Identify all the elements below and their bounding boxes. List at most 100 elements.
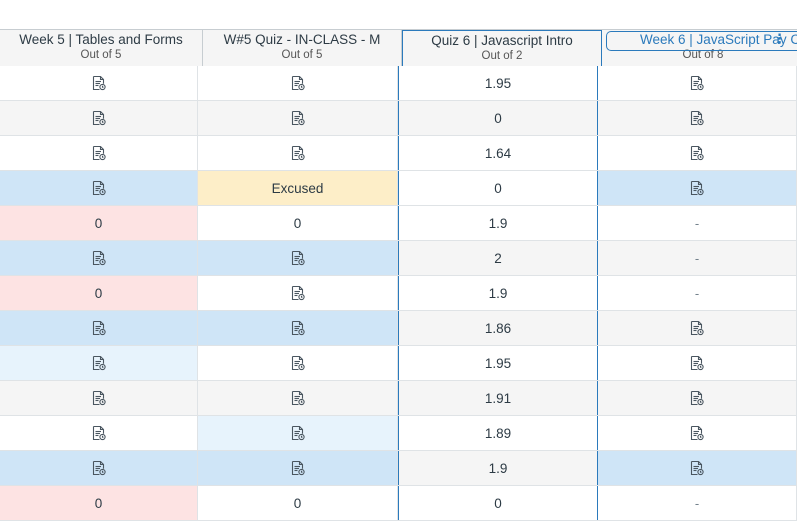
grade-cell[interactable] xyxy=(198,381,398,415)
grade-value: 0 xyxy=(94,285,103,301)
column-title: Quiz 6 | Javascript Intro xyxy=(431,33,573,48)
column-header-quiz6[interactable]: Quiz 6 | Javascript Intro Out of 2 xyxy=(402,30,602,67)
grade-value: 1.9 xyxy=(488,215,508,231)
grade-value: 2 xyxy=(494,250,502,266)
submission-document-icon xyxy=(91,355,107,371)
grade-cell[interactable]: - xyxy=(598,276,797,310)
grade-cell[interactable]: Excused xyxy=(198,171,398,205)
grade-cell[interactable]: - xyxy=(598,241,797,275)
submission-document-icon xyxy=(290,285,306,301)
grade-cell[interactable] xyxy=(198,311,398,345)
grade-cell[interactable]: 1.9 xyxy=(398,206,598,240)
submission-document-icon xyxy=(689,180,705,196)
grade-cell[interactable] xyxy=(0,416,198,450)
grade-cell[interactable]: - xyxy=(598,486,797,520)
grade-cell[interactable]: 0 xyxy=(0,486,198,520)
grade-cell[interactable]: 1.9 xyxy=(398,451,598,485)
table-row: 1.95 xyxy=(0,66,804,101)
grade-cell[interactable]: 2 xyxy=(398,241,598,275)
submission-document-icon xyxy=(689,460,705,476)
grade-cell[interactable]: 1.9 xyxy=(398,276,598,310)
grade-cell[interactable] xyxy=(0,171,198,205)
grade-cell[interactable] xyxy=(0,346,198,380)
no-grade-dash: - xyxy=(694,495,700,511)
grade-cell[interactable] xyxy=(598,311,797,345)
grade-cell[interactable] xyxy=(0,311,198,345)
column-options-icon[interactable]: ⋮ xyxy=(773,32,786,45)
grade-cell[interactable] xyxy=(198,276,398,310)
submission-document-icon xyxy=(91,460,107,476)
submission-document-icon xyxy=(290,460,306,476)
grade-cell[interactable]: 0 xyxy=(398,101,598,135)
grade-cell[interactable]: 0 xyxy=(198,206,398,240)
grade-value: 0 xyxy=(94,215,103,231)
submission-document-icon xyxy=(91,145,107,161)
grade-cell[interactable] xyxy=(198,101,398,135)
no-grade-dash: - xyxy=(694,215,700,231)
grade-value: 1.95 xyxy=(484,75,512,91)
grade-cell[interactable]: 1.95 xyxy=(398,66,598,100)
grade-cell[interactable] xyxy=(598,381,797,415)
grade-cell[interactable] xyxy=(598,416,797,450)
submission-document-icon xyxy=(689,75,705,91)
grade-cell[interactable] xyxy=(598,171,797,205)
submission-document-icon xyxy=(290,145,306,161)
grade-cell[interactable]: 1.64 xyxy=(398,136,598,170)
grade-cell[interactable] xyxy=(198,241,398,275)
grade-cell[interactable]: 1.95 xyxy=(398,346,598,380)
grade-cell[interactable] xyxy=(198,346,398,380)
grade-value: 0 xyxy=(94,495,103,511)
grade-value: 1.86 xyxy=(484,320,512,336)
grade-cell[interactable] xyxy=(0,66,198,100)
grade-cell[interactable] xyxy=(198,416,398,450)
grade-cell[interactable] xyxy=(598,136,797,170)
grade-value: 0 xyxy=(494,495,502,511)
table-row: 0 0 0 - xyxy=(0,486,804,521)
grade-value: 0 xyxy=(494,110,502,126)
submission-document-icon xyxy=(290,250,306,266)
grade-cell[interactable] xyxy=(0,381,198,415)
grade-cell[interactable]: 0 xyxy=(198,486,398,520)
grade-cell[interactable] xyxy=(198,136,398,170)
grade-cell[interactable]: 0 xyxy=(398,486,598,520)
submission-document-icon xyxy=(689,425,705,441)
submission-document-icon xyxy=(290,110,306,126)
grade-value: 1.91 xyxy=(484,390,512,406)
table-row: 1.9 xyxy=(0,451,804,486)
submission-document-icon xyxy=(91,390,107,406)
submission-document-icon xyxy=(689,145,705,161)
grade-cell[interactable]: 0 xyxy=(398,171,598,205)
column-header-w5-quiz[interactable]: W#5 Quiz - IN-CLASS - M Out of 5 xyxy=(203,30,402,67)
grade-value: 0 xyxy=(293,495,302,511)
grade-value: 1.64 xyxy=(484,145,512,161)
grade-cell[interactable] xyxy=(0,451,198,485)
grade-value: 0 xyxy=(494,180,502,196)
grade-cell[interactable]: 1.89 xyxy=(398,416,598,450)
column-points: Out of 2 xyxy=(481,50,523,62)
grade-cell[interactable]: 0 xyxy=(0,206,198,240)
column-header-week6[interactable]: Week 6 | JavaScript Pay Ca Out of 8 ⋮ xyxy=(602,30,804,67)
submission-document-icon xyxy=(689,320,705,336)
grade-cell[interactable] xyxy=(198,451,398,485)
table-row: 0 0 1.9 - xyxy=(0,206,804,241)
grade-value: Excused xyxy=(271,180,324,196)
grade-cell[interactable] xyxy=(598,346,797,380)
submission-document-icon xyxy=(290,320,306,336)
grade-cell[interactable] xyxy=(0,101,198,135)
grade-cell[interactable] xyxy=(598,66,797,100)
grade-value: 1.9 xyxy=(488,285,508,301)
grade-cell[interactable] xyxy=(0,136,198,170)
grade-cell[interactable]: 1.91 xyxy=(398,381,598,415)
grade-cell[interactable]: 1.86 xyxy=(398,311,598,345)
grade-cell[interactable]: 0 xyxy=(0,276,198,310)
grid-right-edge xyxy=(797,29,804,524)
grade-value: 1.95 xyxy=(484,355,512,371)
grade-cell[interactable] xyxy=(198,66,398,100)
table-row: 0 1.9 - xyxy=(0,276,804,311)
grade-cell[interactable] xyxy=(0,241,198,275)
column-header-week5[interactable]: Week 5 | Tables and Forms Out of 5 xyxy=(0,30,203,67)
grade-cell[interactable] xyxy=(598,101,797,135)
grade-cell[interactable]: - xyxy=(598,206,797,240)
submission-document-icon xyxy=(290,425,306,441)
grade-cell[interactable] xyxy=(598,451,797,485)
